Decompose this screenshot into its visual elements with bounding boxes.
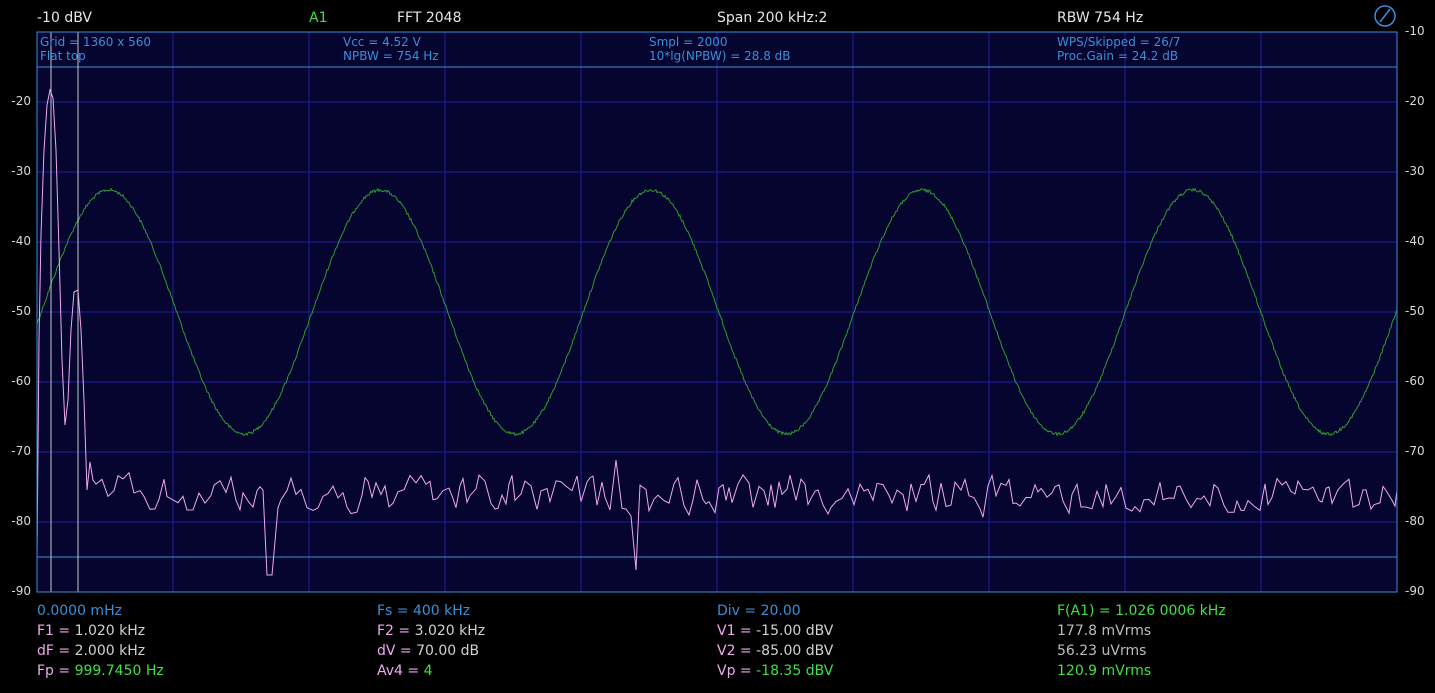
axis-tick-label: -20 <box>1405 94 1425 108</box>
span-label[interactable]: Span 200 kHz:2 <box>717 10 827 26</box>
df-label: dF = <box>37 643 75 659</box>
v1-label: V1 = <box>717 623 757 639</box>
axis-tick-label: -60 <box>11 374 31 388</box>
df-value: 2.000 kHz <box>74 643 146 659</box>
sample-rate-readout: Fs = 400 kHz <box>377 603 471 619</box>
smpl-info: Smpl = 2000 <box>649 35 728 49</box>
marker-frequency-readout: 0.0000 mHz <box>37 603 122 619</box>
v1-readout: V1 = -15.00 dBV <box>717 623 833 639</box>
axis-tick-label: -50 <box>11 304 31 318</box>
av-value: 4 <box>423 663 433 679</box>
fp-readout: Fp = 999.7450 Hz <box>37 663 164 679</box>
axis-tick-label: -70 <box>1405 444 1425 458</box>
axis-tick-label: -40 <box>1405 234 1425 248</box>
axis-tick-label: -30 <box>1405 164 1425 178</box>
df-readout: dF = 2.000 kHz <box>37 643 145 659</box>
division-readout: Div = 20.00 <box>717 603 801 619</box>
ref-level-label[interactable]: -10 dBV <box>37 10 92 26</box>
axis-tick-label: -70 <box>11 444 31 458</box>
peak-rms-readout: 120.9 mVrms <box>1057 663 1152 679</box>
channel-frequency-readout: F(A1) = 1.026 0006 kHz <box>1057 603 1226 619</box>
dv-value: 70.00 dB <box>416 643 480 659</box>
grid-info: Grid = 1360 x 560 <box>40 35 152 49</box>
v2-rms-readout: 56.23 uVrms <box>1057 643 1147 659</box>
f2-readout: F2 = 3.020 kHz <box>377 623 485 639</box>
axis-tick-label: -30 <box>11 164 31 178</box>
v1-rms-readout: 177.8 mVrms <box>1057 623 1152 639</box>
f1-label: F1 = <box>37 623 75 639</box>
axis-tick-label: -90 <box>1405 584 1425 598</box>
axis-tick-label: -90 <box>11 584 31 598</box>
axis-tick-label: -80 <box>1405 514 1425 528</box>
av-readout: Av4 = 4 <box>377 663 433 679</box>
wps-info: WPS/Skipped = 26/7 <box>1057 35 1181 49</box>
f1-readout: F1 = 1.020 kHz <box>37 623 145 639</box>
axis-tick-label: -50 <box>1405 304 1425 318</box>
rbw-label[interactable]: RBW 754 Hz <box>1057 10 1143 26</box>
window-info: Flat top <box>40 49 86 63</box>
vcc-info: Vcc = 4.52 V <box>343 35 421 49</box>
vp-value: -18.35 dBV <box>756 663 834 679</box>
f1-value: 1.020 kHz <box>74 623 146 639</box>
fft-size-label[interactable]: FFT 2048 <box>397 10 462 26</box>
fp-value: 999.7450 Hz <box>74 663 164 679</box>
f2-label: F2 = <box>377 623 415 639</box>
axis-tick-label: -20 <box>11 94 31 108</box>
axis-tick-label: -80 <box>11 514 31 528</box>
dial-gauge-icon[interactable] <box>1374 5 1396 27</box>
channel-label[interactable]: A1 <box>309 10 327 26</box>
v2-value: -85.00 dBV <box>756 643 834 659</box>
dv-readout: dV = 70.00 dB <box>377 643 479 659</box>
npbw-db-info: 10*lg(NPBW) = 28.8 dB <box>649 49 791 63</box>
dv-label: dV = <box>377 643 417 659</box>
av-label: Av4 = <box>377 663 424 679</box>
f2-value: 3.020 kHz <box>414 623 486 639</box>
axis-tick-label: -60 <box>1405 374 1425 388</box>
v2-readout: V2 = -85.00 dBV <box>717 643 833 659</box>
proc-gain-info: Proc.Gain = 24.2 dB <box>1057 49 1179 63</box>
axis-tick-label: -10 <box>1405 24 1425 38</box>
v1-value: -15.00 dBV <box>756 623 834 639</box>
spectrum-plot[interactable] <box>0 0 1435 693</box>
npbw-info: NPBW = 754 Hz <box>343 49 439 63</box>
v2-label: V2 = <box>717 643 757 659</box>
axis-tick-label: -40 <box>11 234 31 248</box>
vp-readout: Vp = -18.35 dBV <box>717 663 833 679</box>
vp-label: Vp = <box>717 663 757 679</box>
fp-label: Fp = <box>37 663 75 679</box>
